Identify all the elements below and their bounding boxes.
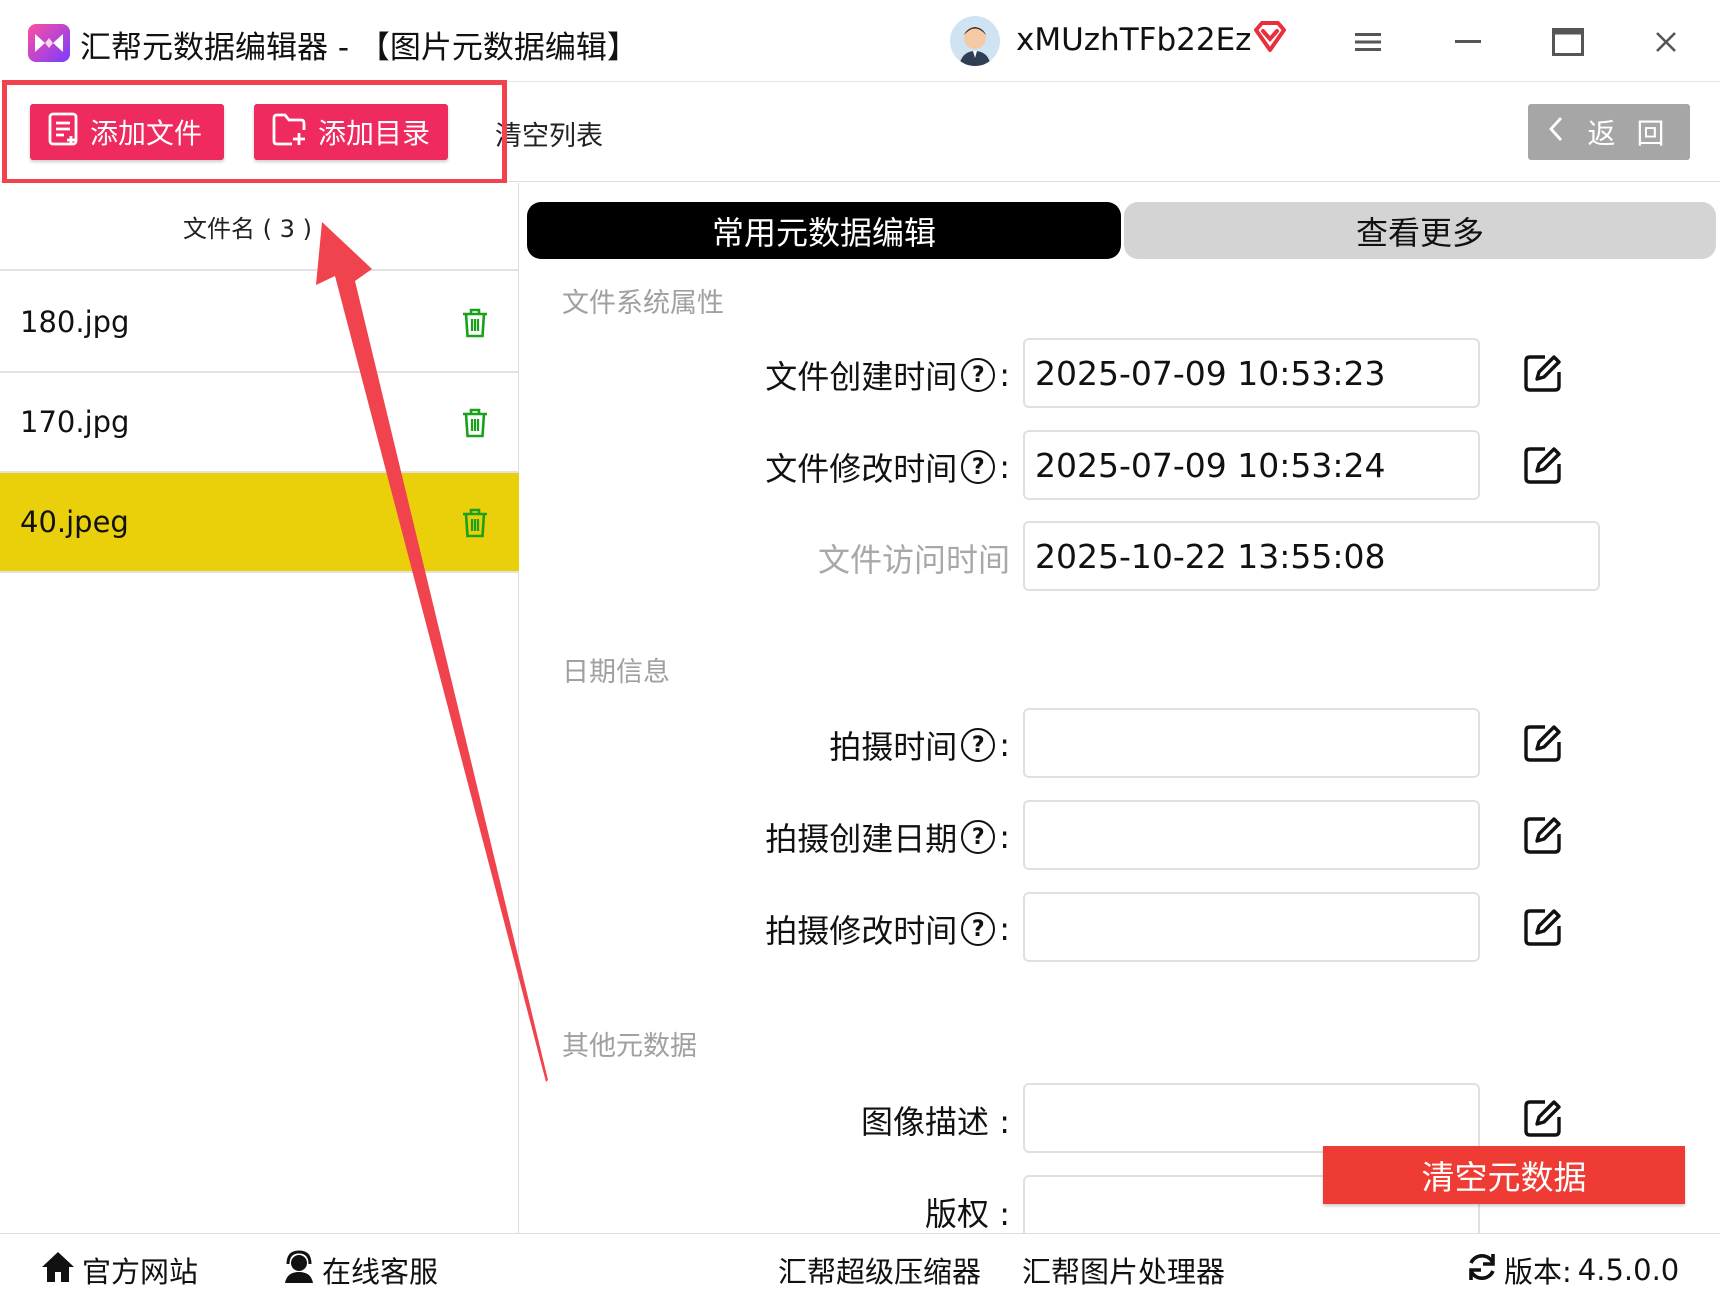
field-label-copyright: 版权 : bbox=[925, 1195, 1010, 1233]
help-icon[interactable]: ? bbox=[961, 358, 996, 392]
file-name: 40.jpeg bbox=[20, 505, 129, 539]
clear-list-button[interactable]: 清空列表 bbox=[495, 114, 603, 153]
field-label-access-time: 文件访问时间 bbox=[817, 541, 1010, 579]
edit-icon[interactable] bbox=[1523, 353, 1563, 393]
file-name: 180.jpg bbox=[20, 305, 130, 339]
tab-view-more[interactable]: 查看更多 bbox=[1124, 202, 1716, 259]
official-website-link[interactable]: 官方网站 bbox=[40, 1249, 198, 1291]
online-support-link[interactable]: 在线客服 bbox=[282, 1249, 438, 1291]
section-title-filesystem: 文件系统属性 bbox=[562, 288, 724, 319]
field-label-shot-time: 拍摄时间 ? : bbox=[829, 726, 1010, 766]
user-avatar[interactable] bbox=[950, 16, 1000, 66]
file-list-header: 文件名 ( 3 ) bbox=[0, 183, 519, 271]
access-time-input: 2025-10-22 13:55:08 bbox=[1023, 521, 1600, 591]
file-list-icon bbox=[48, 112, 80, 153]
file-row[interactable]: 180.jpg bbox=[0, 273, 519, 373]
file-name: 170.jpg bbox=[20, 405, 130, 439]
add-folder-button[interactable]: 添加目录 bbox=[254, 104, 448, 160]
headset-icon bbox=[282, 1249, 316, 1291]
help-icon[interactable]: ? bbox=[961, 728, 996, 762]
add-file-label: 添加文件 bbox=[90, 117, 203, 150]
file-list-panel: 文件名 ( 3 ) 180.jpg 170.jpg 40.jpeg bbox=[0, 183, 519, 1233]
help-icon[interactable]: ? bbox=[961, 450, 996, 484]
window-title: 汇帮元数据编辑器 - 【图片元数据编辑】 bbox=[80, 30, 638, 66]
app-logo-icon bbox=[28, 24, 70, 62]
title-bar: 汇帮元数据编辑器 - 【图片元数据编辑】 xMUzhTFb22Ez bbox=[0, 0, 1720, 82]
field-label-modify-time: 文件修改时间 ? : bbox=[765, 448, 1010, 488]
status-bar: 官方网站 在线客服 汇帮超级压缩器 汇帮图片处理器 版本: 4.5.0.0 bbox=[0, 1233, 1720, 1300]
username: xMUzhTFb22Ez bbox=[1016, 22, 1252, 58]
section-title-date: 日期信息 bbox=[562, 657, 670, 688]
trash-icon[interactable] bbox=[461, 307, 489, 346]
image-tool-link[interactable]: 汇帮图片处理器 bbox=[1022, 1249, 1225, 1291]
home-icon bbox=[40, 1250, 76, 1291]
edit-icon[interactable] bbox=[1523, 815, 1563, 855]
file-row-selected[interactable]: 40.jpeg bbox=[0, 473, 519, 573]
help-icon[interactable]: ? bbox=[961, 912, 996, 946]
edit-icon[interactable] bbox=[1523, 1098, 1563, 1138]
add-folder-label: 添加目录 bbox=[318, 117, 431, 150]
close-icon[interactable] bbox=[1646, 22, 1686, 62]
field-label-create-time: 文件创建时间 ? : bbox=[765, 356, 1010, 396]
field-label-shot-modify-time: 拍摄修改时间 ? : bbox=[765, 910, 1010, 950]
back-label: 返 回 bbox=[1587, 117, 1671, 150]
help-icon[interactable]: ? bbox=[961, 820, 996, 854]
field-label-image-desc: 图像描述 : bbox=[861, 1103, 1010, 1141]
image-desc-input[interactable] bbox=[1023, 1083, 1480, 1153]
back-button[interactable]: 返 回 bbox=[1528, 104, 1690, 160]
field-label-shot-create-date: 拍摄创建日期 ? : bbox=[765, 818, 1010, 858]
menu-icon[interactable] bbox=[1348, 22, 1388, 62]
modify-time-input[interactable]: 2025-07-09 10:53:24 bbox=[1023, 430, 1480, 500]
minimize-icon[interactable] bbox=[1448, 22, 1488, 62]
add-file-button[interactable]: 添加文件 bbox=[30, 104, 224, 160]
vip-diamond-icon[interactable] bbox=[1252, 20, 1288, 58]
clear-metadata-button[interactable]: 清空元数据 bbox=[1323, 1146, 1685, 1204]
version-info[interactable]: 版本: 4.5.0.0 bbox=[1466, 1249, 1679, 1291]
version-number: 4.5.0.0 bbox=[1577, 1253, 1680, 1287]
version-label: 版本: bbox=[1504, 1255, 1572, 1289]
edit-icon[interactable] bbox=[1523, 723, 1563, 763]
create-time-input[interactable]: 2025-07-09 10:53:23 bbox=[1023, 338, 1480, 408]
compressor-link[interactable]: 汇帮超级压缩器 bbox=[778, 1249, 981, 1291]
folder-add-icon bbox=[272, 112, 308, 153]
trash-icon[interactable] bbox=[461, 407, 489, 446]
refresh-icon bbox=[1466, 1251, 1498, 1290]
section-title-other: 其他元数据 bbox=[562, 1031, 697, 1062]
trash-icon[interactable] bbox=[461, 507, 489, 546]
chevron-left-icon bbox=[1548, 116, 1564, 149]
shot-create-date-input[interactable] bbox=[1023, 800, 1480, 870]
file-row[interactable]: 170.jpg bbox=[0, 373, 519, 473]
maximize-icon[interactable] bbox=[1548, 22, 1588, 62]
shot-time-input[interactable] bbox=[1023, 708, 1480, 778]
shot-modify-time-input[interactable] bbox=[1023, 892, 1480, 962]
edit-icon[interactable] bbox=[1523, 907, 1563, 947]
edit-icon[interactable] bbox=[1523, 445, 1563, 485]
tab-common-metadata[interactable]: 常用元数据编辑 bbox=[527, 202, 1121, 259]
